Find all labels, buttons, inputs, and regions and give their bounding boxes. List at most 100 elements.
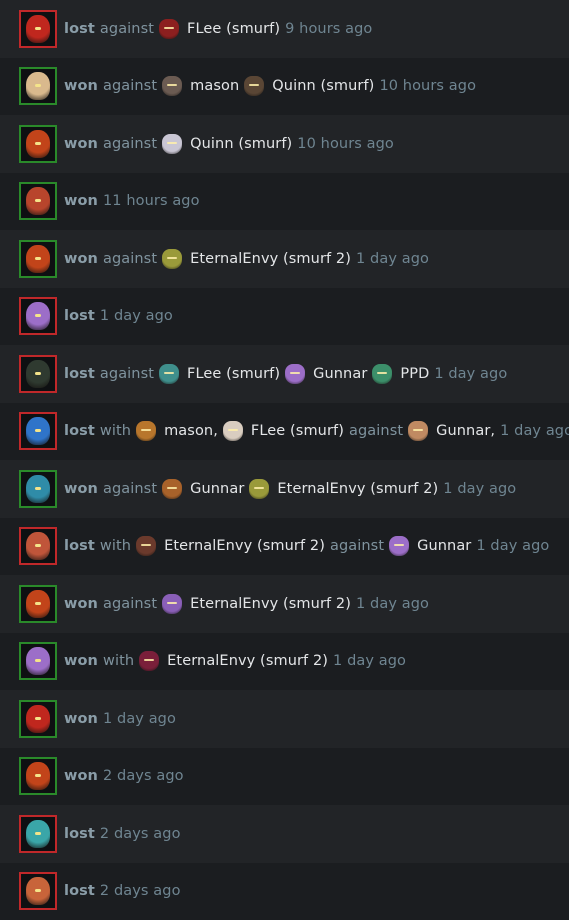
pale-elf-hero-icon[interactable] xyxy=(19,67,57,105)
against-label: against xyxy=(330,538,384,554)
match-result: won xyxy=(64,481,98,497)
bearded-warrior-hero-icon xyxy=(244,76,264,96)
match-row[interactable]: lostagainstFLee (smurf)9 hours ago xyxy=(0,0,569,58)
player-link[interactable]: EternalEnvy (smurf 2) xyxy=(162,594,351,614)
player-link[interactable]: EternalEnvy (smurf 2) xyxy=(162,249,351,269)
player-link[interactable]: Quinn (smurf) xyxy=(244,76,374,96)
orange-spiky-hero-icon xyxy=(136,421,156,441)
player-link[interactable]: FLee (smurf) xyxy=(223,421,344,441)
red-horned-hero-icon xyxy=(159,19,179,39)
player-link[interactable]: Quinn (smurf) xyxy=(162,134,292,154)
player-link[interactable]: EternalEnvy (smurf 2) xyxy=(139,651,328,671)
player-link[interactable]: Gunnar xyxy=(162,479,244,499)
match-result: won xyxy=(64,653,98,669)
match-row[interactable]: won against GunnarEternalEnvy (smurf 2) 1 d… xyxy=(0,460,569,518)
match-time: 1 day ago xyxy=(356,596,429,612)
match-summary: won2 days ago xyxy=(64,768,184,784)
red-armored-hero-icon[interactable] xyxy=(19,125,57,163)
match-result: lost xyxy=(64,883,95,899)
match-summary: wonwithEternalEnvy (smurf 2)1 day ago xyxy=(64,651,406,671)
red-monkey-hero-icon[interactable] xyxy=(19,527,57,565)
match-time: 1 day ago xyxy=(100,308,173,324)
match-row[interactable]: wonagainstEternalEnvy (smurf 2)1 day ago xyxy=(0,575,569,633)
match-row[interactable]: lostagainstFLee (smurf)GunnarPPD1 day ag… xyxy=(0,345,569,403)
match-result: lost xyxy=(64,538,95,554)
match-row[interactable]: won11 hours ago xyxy=(0,173,569,231)
match-row[interactable]: won2 days ago xyxy=(0,748,569,806)
player-link[interactable]: Gunnar, xyxy=(408,421,495,441)
match-summary: lostwithEternalEnvy (smurf 2)againstGunn… xyxy=(64,536,549,556)
player-link[interactable]: FLee (smurf) xyxy=(159,364,280,384)
purple-ghost-hero-icon[interactable] xyxy=(19,642,57,680)
player-link[interactable]: FLee (smurf) xyxy=(159,19,280,39)
match-time: 1 day ago xyxy=(103,711,176,727)
match-summary: wonagainstEternalEnvy (smurf 2)1 day ago xyxy=(64,594,429,614)
player-link[interactable]: EternalEnvy (smurf 2) xyxy=(136,536,325,556)
player-link[interactable]: Gunnar xyxy=(389,536,471,556)
match-result: won xyxy=(64,768,98,784)
match-row[interactable]: lost1 day ago xyxy=(0,288,569,346)
grey-beast-hero-icon xyxy=(162,76,182,96)
green-gold-hero-icon xyxy=(162,249,182,269)
green-gold-hero-icon xyxy=(249,479,269,499)
player-link[interactable]: Gunnar xyxy=(285,364,367,384)
bald-monk-hero-icon xyxy=(408,421,428,441)
match-row[interactable]: wonagainstmasonQuinn (smurf)10 hours ago xyxy=(0,58,569,116)
blue-helmet-hero-icon[interactable] xyxy=(19,182,57,220)
against-label: against xyxy=(103,481,157,497)
dark-hooded-hero-icon[interactable] xyxy=(19,355,57,393)
violet-beast-hero-icon xyxy=(162,594,182,614)
blue-dragon-hero-icon[interactable] xyxy=(19,412,57,450)
player-link[interactable]: EternalEnvy (smurf 2) xyxy=(249,479,438,499)
against-label: against xyxy=(100,21,154,37)
red-armored-hero-icon[interactable] xyxy=(19,585,57,623)
match-summary: lostagainstFLee (smurf)GunnarPPD1 day ag… xyxy=(64,364,507,384)
purple-ghost-hero-icon[interactable] xyxy=(19,297,57,335)
match-row[interactable]: lost 2 days ago xyxy=(0,863,569,920)
player-name: FLee (smurf) xyxy=(187,21,280,37)
player-link[interactable]: mason, xyxy=(136,421,218,441)
match-time: 1 day ago xyxy=(443,481,516,497)
teal-tusk-hero-icon xyxy=(159,364,179,384)
against-label: against xyxy=(103,136,157,152)
match-row[interactable]: won 1 day ago xyxy=(0,690,569,748)
player-link[interactable]: PPD xyxy=(372,364,429,384)
match-row[interactable]: won against Quinn (smurf) 10 hours ago xyxy=(0,115,569,173)
red-armored-hero-icon[interactable] xyxy=(19,700,57,738)
player-name: mason xyxy=(190,78,239,94)
cyan-horned-hero-icon[interactable] xyxy=(19,815,57,853)
match-time: 1 day ago xyxy=(500,423,569,439)
match-history-list: lostagainstFLee (smurf)9 hours agowonaga… xyxy=(0,0,569,920)
match-summary: wonagainstEternalEnvy (smurf 2)1 day ago xyxy=(64,249,429,269)
match-result: won xyxy=(64,136,98,152)
red-haired-hero-icon[interactable] xyxy=(19,872,57,910)
match-row[interactable]: lost2 days ago xyxy=(0,805,569,863)
match-summary: won11 hours ago xyxy=(64,193,200,209)
match-time: 10 hours ago xyxy=(297,136,394,152)
player-name: Quinn (smurf) xyxy=(190,136,292,152)
player-name: Gunnar xyxy=(417,538,471,554)
with-label: with xyxy=(100,423,131,439)
match-time: 11 hours ago xyxy=(103,193,200,209)
match-row[interactable]: wonagainstEternalEnvy (smurf 2)1 day ago xyxy=(0,230,569,288)
match-row[interactable]: lostwithEternalEnvy (smurf 2)againstGunn… xyxy=(0,518,569,576)
red-armored-hero-icon[interactable] xyxy=(19,10,57,48)
player-name: FLee (smurf) xyxy=(251,423,344,439)
purple-ghost-hero-icon xyxy=(285,364,305,384)
player-name: Gunnar, xyxy=(436,423,495,439)
match-summary: lostwithmason,FLee (smurf)againstGunnar,… xyxy=(64,421,569,441)
red-armored-hero-icon[interactable] xyxy=(19,240,57,278)
match-time: 2 days ago xyxy=(100,826,181,842)
match-result: won xyxy=(64,711,98,727)
match-result: won xyxy=(64,596,98,612)
player-name: EternalEnvy (smurf 2) xyxy=(164,538,325,554)
match-time: 9 hours ago xyxy=(285,21,372,37)
match-time: 2 days ago xyxy=(100,883,181,899)
match-summary: won 1 day ago xyxy=(64,711,176,727)
player-link[interactable]: mason xyxy=(162,76,239,96)
teal-masked-hero-icon[interactable] xyxy=(19,470,57,508)
red-armored-hero-icon[interactable] xyxy=(19,757,57,795)
against-label: against xyxy=(349,423,403,439)
match-row[interactable]: wonwithEternalEnvy (smurf 2)1 day ago xyxy=(0,633,569,691)
match-row[interactable]: lostwithmason,FLee (smurf)againstGunnar,… xyxy=(0,403,569,461)
